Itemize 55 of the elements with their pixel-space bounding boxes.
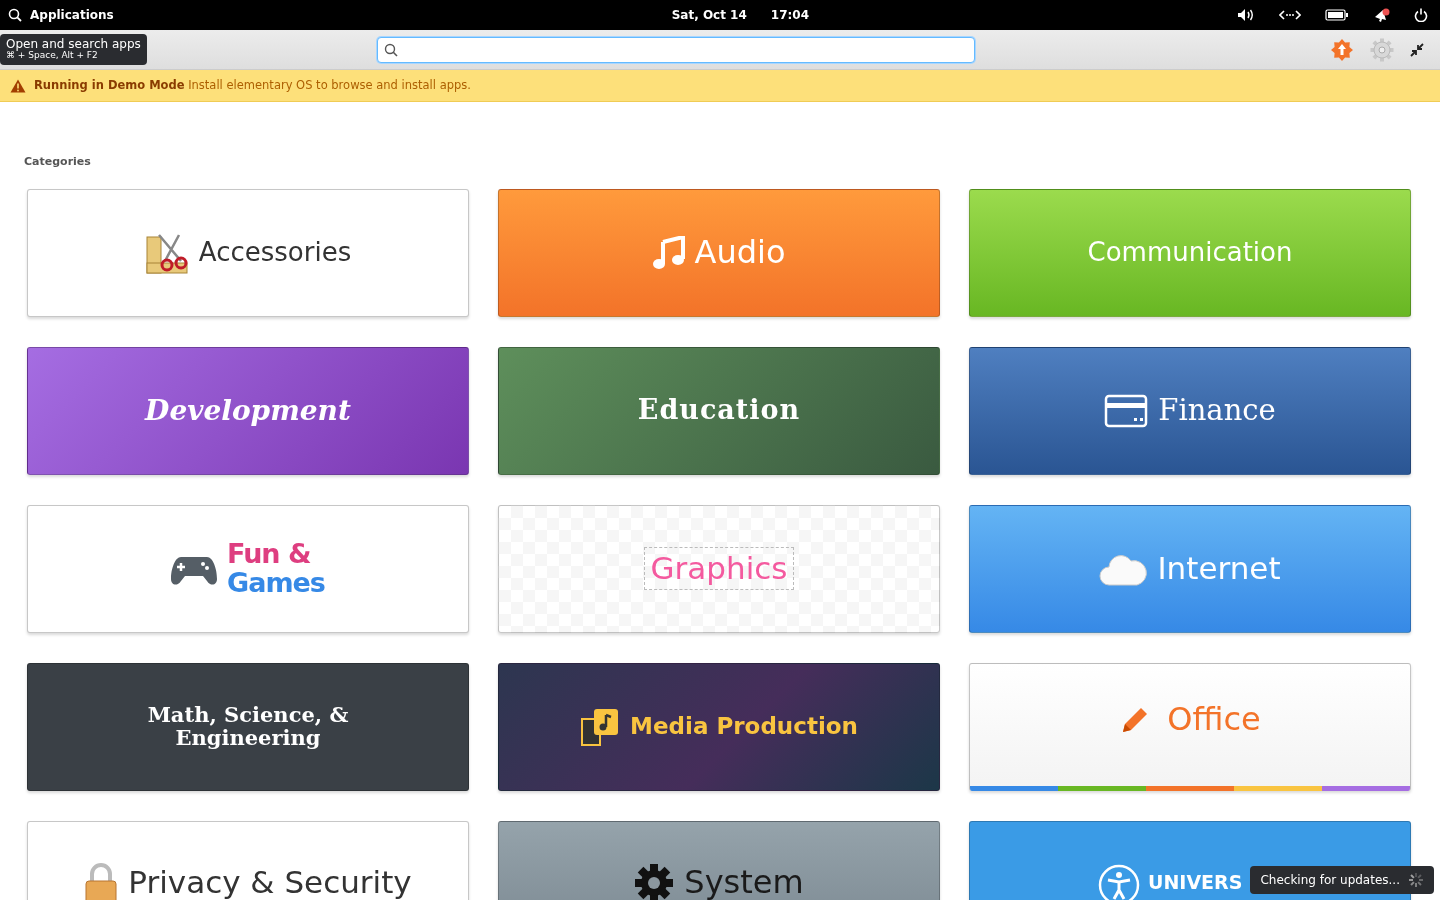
section-heading: Categories xyxy=(24,154,92,170)
credit-card-icon xyxy=(1104,393,1149,428)
category-label: Finance xyxy=(1158,395,1276,426)
gear-icon xyxy=(634,862,675,900)
category-label: Games xyxy=(227,568,325,597)
category-tile[interactable]: Math, Science, & Engineering xyxy=(27,662,469,791)
power-icon[interactable] xyxy=(1414,8,1428,22)
category-tile[interactable]: Office xyxy=(969,662,1411,791)
battery-icon[interactable] xyxy=(1325,9,1349,21)
category-label: Education xyxy=(637,396,801,425)
search-icon xyxy=(8,8,22,22)
search-field[interactable] xyxy=(377,36,975,63)
music-note-icon xyxy=(652,235,685,270)
accessibility-icon xyxy=(1098,863,1140,900)
restore-window-icon[interactable] xyxy=(1410,42,1424,57)
category-tile[interactable]: Development xyxy=(27,346,469,475)
shortcut-text: ⌘ + Space, Alt + F2 xyxy=(6,51,99,62)
notifications-icon[interactable] xyxy=(1373,7,1390,23)
padlock-icon xyxy=(84,862,119,900)
category-label: Fun & xyxy=(227,540,312,569)
category-tile[interactable]: Privacy & Security xyxy=(27,820,469,900)
category-label: Audio xyxy=(694,235,786,270)
category-label: Graphics xyxy=(643,547,795,590)
category-label: Development xyxy=(145,395,351,426)
search-icon xyxy=(384,42,398,57)
category-tile[interactable]: Media Production xyxy=(498,662,940,791)
status-text: Checking for updates... xyxy=(1260,872,1400,889)
category-label: Privacy & Security xyxy=(128,866,412,899)
category-tile[interactable]: Finance xyxy=(969,346,1411,475)
network-icon[interactable] xyxy=(1279,9,1301,21)
category-label: Media Production xyxy=(630,714,858,739)
tooltip-title: Open and search apps xyxy=(6,38,141,52)
category-label: Communication xyxy=(1087,238,1293,267)
date-text[interactable]: Sat, Oct 14 xyxy=(671,6,747,24)
applications-menu-button[interactable]: Applications xyxy=(8,6,114,24)
update-badge-icon[interactable] xyxy=(1330,37,1354,62)
category-label: Engineering xyxy=(175,726,322,749)
category-label: System xyxy=(684,865,804,900)
spinner-icon xyxy=(1408,872,1424,888)
demo-mode-message: Running in Demo Mode Install elementary OS to browse and install apps. xyxy=(34,76,471,94)
category-tile[interactable]: Education xyxy=(498,346,940,475)
category-label: Accessories xyxy=(198,238,352,267)
category-label: Internet xyxy=(1157,552,1281,585)
category-tile[interactable]: Fun & Games xyxy=(27,504,469,633)
category-tile[interactable]: Accessories xyxy=(27,188,469,317)
category-tile[interactable]: Internet xyxy=(969,504,1411,633)
category-label: UNIVERS xyxy=(1148,872,1243,893)
volume-icon[interactable] xyxy=(1237,8,1255,22)
warning-icon xyxy=(10,78,26,93)
category-tile[interactable]: Graphics xyxy=(498,504,940,633)
clock-text[interactable]: 17:04 xyxy=(770,6,809,24)
film-music-icon xyxy=(580,706,621,747)
category-tile[interactable]: System xyxy=(498,820,940,900)
category-label: Office xyxy=(1167,702,1261,737)
category-label: Math, Science, & xyxy=(147,704,349,727)
